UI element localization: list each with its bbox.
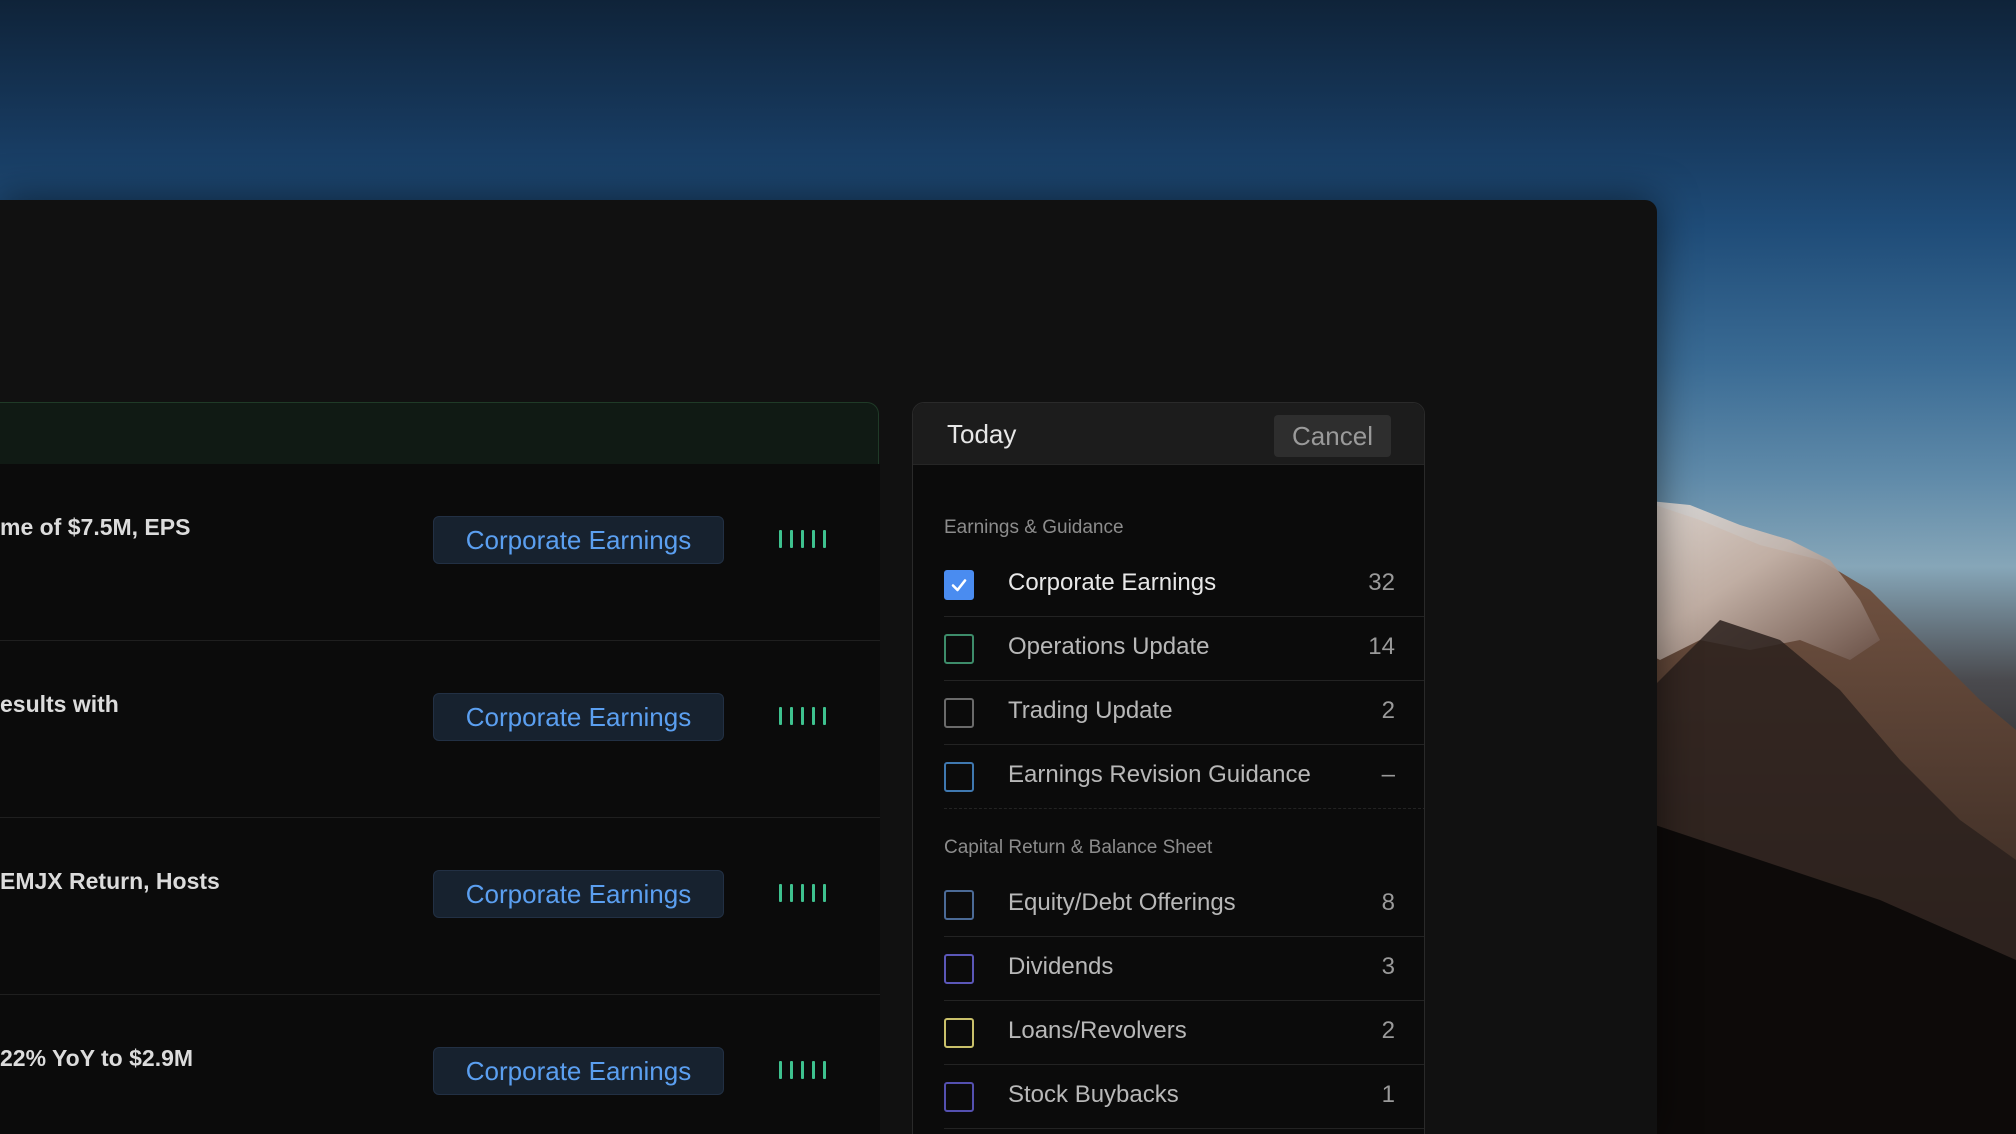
option-label: Equity/Debt Offerings — [1008, 889, 1236, 916]
checkbox[interactable] — [944, 1018, 974, 1048]
section-label: Capital Return & Balance Sheet — [944, 837, 1213, 858]
news-list-panel: me of $7.5M, EPS Corporate Earnings esul… — [0, 402, 880, 1134]
category-tag[interactable]: Corporate Earnings — [433, 1047, 724, 1095]
list-header — [0, 402, 879, 464]
option-count: 32 — [1368, 569, 1395, 596]
option-label: Stock Buybacks — [1008, 1081, 1179, 1108]
checkbox[interactable] — [944, 698, 974, 728]
checkbox[interactable] — [944, 890, 974, 920]
checkbox[interactable] — [944, 634, 974, 664]
check-icon — [951, 579, 967, 592]
option-count: 1 — [1381, 1081, 1395, 1108]
filter-option-dividends[interactable]: Dividends 3 — [944, 937, 1424, 1001]
filter-title: Today — [947, 419, 1017, 449]
filter-header: Today Cancel — [913, 403, 1424, 465]
signal-bars-icon — [779, 530, 826, 548]
checkbox[interactable] — [944, 1082, 974, 1112]
checkbox[interactable] — [944, 954, 974, 984]
filter-option-loans-revolvers[interactable]: Loans/Revolvers 2 — [944, 1001, 1424, 1065]
category-tag[interactable]: Corporate Earnings — [433, 693, 724, 741]
option-label: Operations Update — [1008, 633, 1210, 660]
table-row[interactable]: esults with Corporate Earnings — [0, 641, 880, 818]
option-count: 3 — [1381, 953, 1395, 980]
option-count: 14 — [1368, 633, 1395, 660]
option-label: Corporate Earnings — [1008, 569, 1217, 596]
table-row[interactable]: me of $7.5M, EPS Corporate Earnings — [0, 464, 880, 641]
option-label: Earnings Revision Guidance — [1008, 761, 1311, 788]
category-tag[interactable]: Corporate Earnings — [433, 870, 724, 918]
checkbox[interactable] — [944, 570, 974, 600]
category-filter-panel: Today Cancel Earnings & Guidance Corpora… — [912, 402, 1425, 1134]
option-label: Trading Update — [1008, 697, 1173, 724]
news-list: me of $7.5M, EPS Corporate Earnings esul… — [0, 464, 880, 1134]
signal-bars-icon — [779, 1061, 826, 1079]
section-label: Earnings & Guidance — [944, 517, 1124, 538]
app-window: me of $7.5M, EPS Corporate Earnings esul… — [0, 200, 1657, 1134]
table-row[interactable]: 22% YoY to $2.9M Corporate Earnings — [0, 995, 880, 1134]
option-count: 8 — [1381, 889, 1395, 916]
category-tag[interactable]: Corporate Earnings — [433, 516, 724, 564]
signal-bars-icon — [779, 884, 826, 902]
filter-option-stock-buybacks[interactable]: Stock Buybacks 1 — [944, 1065, 1424, 1129]
option-label: Loans/Revolvers — [1008, 1017, 1187, 1044]
row-headline: esults with — [0, 691, 119, 717]
filter-option-earnings-revision-guidance[interactable]: Earnings Revision Guidance – — [944, 745, 1424, 809]
option-count: 2 — [1381, 1017, 1395, 1044]
row-headline: EMJX Return, Hosts — [0, 868, 220, 894]
option-count: 2 — [1381, 697, 1395, 724]
row-headline: me of $7.5M, EPS — [0, 514, 191, 540]
filter-option-corporate-earnings[interactable]: Corporate Earnings 32 — [944, 553, 1424, 617]
cancel-button[interactable]: Cancel — [1274, 415, 1391, 457]
row-headline: 22% YoY to $2.9M — [0, 1045, 194, 1071]
filter-option-operations-update[interactable]: Operations Update 14 — [944, 617, 1424, 681]
option-count: – — [1381, 761, 1395, 788]
checkbox[interactable] — [944, 762, 974, 792]
filter-option-equity-debt-offerings[interactable]: Equity/Debt Offerings 8 — [944, 873, 1424, 937]
signal-bars-icon — [779, 707, 826, 725]
filter-option-trading-update[interactable]: Trading Update 2 — [944, 681, 1424, 745]
option-label: Dividends — [1008, 953, 1114, 980]
table-row[interactable]: EMJX Return, Hosts Corporate Earnings — [0, 818, 880, 995]
